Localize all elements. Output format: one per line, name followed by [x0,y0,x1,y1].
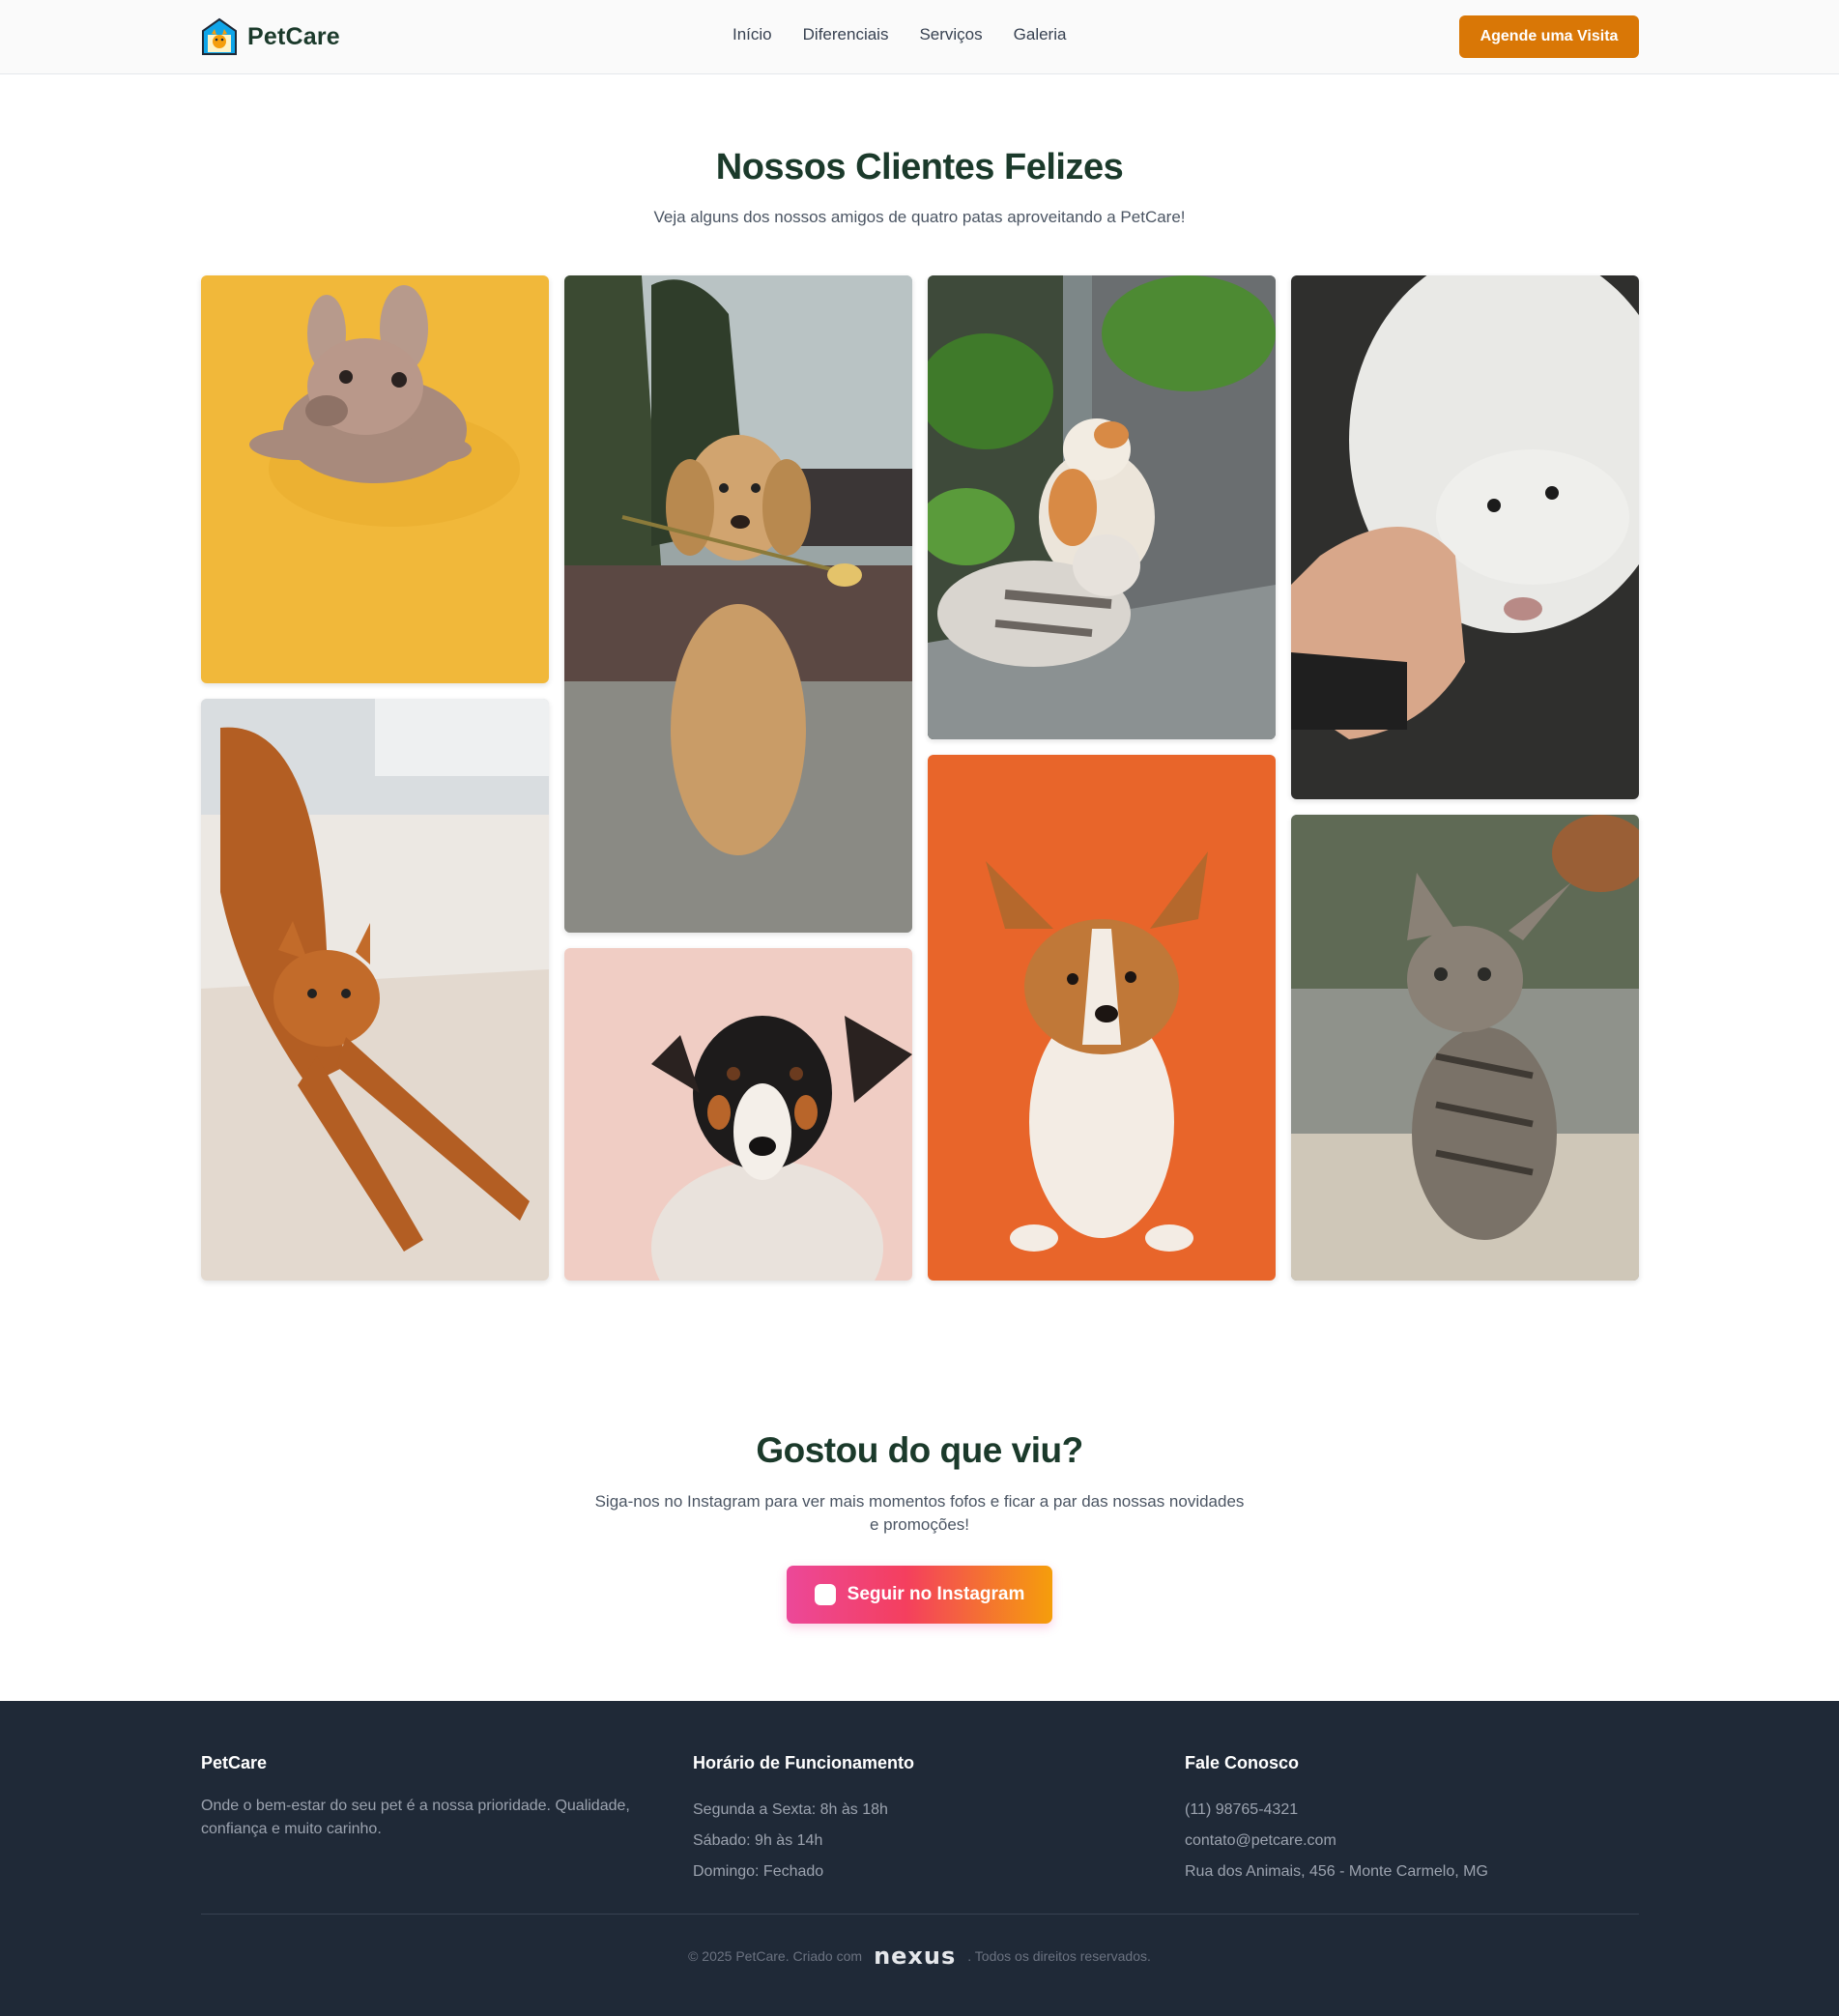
photo-corgi-puppy[interactable] [928,755,1276,1281]
social-title: Gostou do que viu? [756,1430,1083,1470]
brand-name: PetCare [247,22,340,50]
hours-weekdays: Segunda a Sexta: 8h às 18h [693,1801,888,1818]
nav-item-servicos[interactable]: Serviços [919,25,982,44]
nexus-logo-text: nexus [874,1943,957,1970]
tabby-kitten-image [1291,815,1639,1281]
footer-about: PetCare Onde o bem-estar do seu pet é a … [201,1753,665,1841]
footer-contact-title: Fale Conosco [1185,1753,1300,1772]
footer-hours-title: Horário de Funcionamento [693,1753,915,1772]
gallery-title: Nossos Clientes Felizes [715,147,1124,187]
photo-orange-cat-stretch[interactable] [201,699,549,1281]
copyright-suffix: . Todos os direitos reservados. [967,1948,1151,1964]
hours-saturday: Sábado: 9h às 14h [693,1832,823,1849]
footer-hours: Horário de Funcionamento Segunda a Sexta… [693,1753,1157,1887]
gallery-subtitle: Veja alguns dos nossos amigos de quatro … [653,208,1186,226]
corgi-puppy-image [928,755,1276,1281]
instagram-icon [814,1584,836,1605]
photo-golden-retriever[interactable] [564,275,912,933]
house-pet-icon [202,17,237,55]
french-bulldog-image [201,275,549,683]
main-nav: Início Diferenciais Serviços Galeria [733,25,1066,44]
footer-copyright: © 2025 PetCare. Criado com nexus . Todos… [0,1943,1839,1970]
orange-cat-image [201,699,549,1281]
photo-french-bulldog[interactable] [201,275,549,683]
golden-retriever-image [564,275,912,933]
white-dog-image [1291,275,1639,799]
copyright-prefix: © 2025 PetCare. Criado com [688,1948,863,1964]
footer-about-title: PetCare [201,1753,268,1772]
contact-email[interactable]: contato@petcare.com [1185,1826,1639,1857]
two-cats-image [928,275,1276,739]
follow-instagram-button[interactable]: Seguir no Instagram [787,1566,1052,1624]
hours-sunday: Domingo: Fechado [693,1863,824,1880]
site-header: PetCare Início Diferenciais Serviços Gal… [0,0,1839,74]
contact-address: Rua dos Animais, 456 - Monte Carmelo, MG [1185,1863,1488,1880]
nav-item-inicio[interactable]: Início [733,25,772,44]
footer-about-text: Onde o bem-estar do seu pet é a nossa pr… [201,1798,630,1837]
contact-phone[interactable]: (11) 98765-4321 [1185,1795,1639,1826]
nav-item-galeria[interactable]: Galeria [1014,25,1067,44]
schedule-visit-button[interactable]: Agende uma Visita [1459,15,1639,58]
photo-tabby-kitten[interactable] [1291,815,1639,1281]
site-footer: PetCare Onde o bem-estar do seu pet é a … [0,1701,1839,2016]
brand-logo[interactable]: PetCare [201,17,340,56]
jack-russell-image [564,948,912,1281]
nav-item-diferenciais[interactable]: Diferenciais [803,25,889,44]
photo-jack-russell[interactable] [564,948,912,1281]
nexus-logo[interactable]: nexus [874,1943,956,1970]
photo-white-dog-hand[interactable] [1291,275,1639,799]
footer-divider [201,1914,1639,1915]
footer-contact: Fale Conosco (11) 98765-4321 contato@pet… [1185,1753,1639,1887]
follow-instagram-label: Seguir no Instagram [847,1584,1025,1604]
photo-two-cats[interactable] [928,275,1276,739]
social-text: Siga-nos no Instagram para ver mais mome… [594,1492,1245,1534]
